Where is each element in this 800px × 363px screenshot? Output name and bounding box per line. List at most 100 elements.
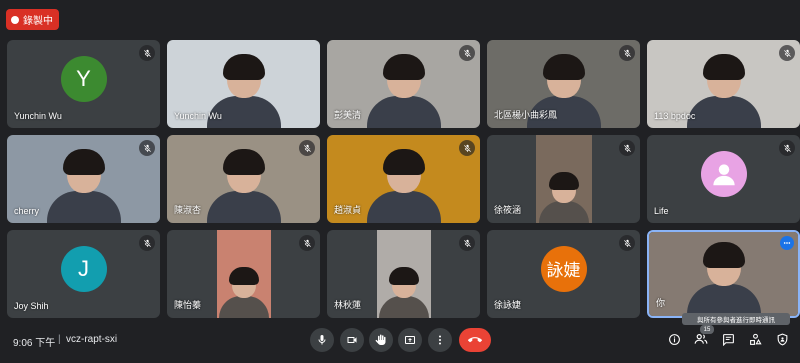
muted-indicator: [459, 235, 475, 251]
participant-name: 趙淑貞: [334, 205, 362, 215]
person-silhouette: [206, 149, 281, 223]
bottom-toolbar: 9:06 下午 | vcz-rapt-sxi: [0, 322, 800, 363]
participant-count-badge: 15: [700, 325, 714, 334]
avatar: 詠婕: [540, 245, 587, 292]
person-silhouette: [686, 242, 761, 316]
participant-tile[interactable]: 徐筱涵: [487, 135, 640, 223]
mic-off-icon: [143, 49, 151, 57]
mic-off-icon: [623, 144, 631, 152]
tile-options-button[interactable]: [780, 236, 794, 250]
mic-off-icon: [623, 49, 631, 57]
present-screen-button[interactable]: [398, 328, 422, 352]
info-icon: [668, 333, 680, 345]
muted-indicator: [299, 235, 315, 251]
participant-tile[interactable]: 113 bpdoc: [647, 40, 800, 128]
participant-tile[interactable]: J Joy Shih: [7, 230, 160, 318]
participant-name: Yunchin Wu: [174, 111, 222, 121]
mic-off-icon: [143, 144, 151, 152]
participant-name: Joy Shih: [14, 301, 49, 311]
participant-name: 徐筱涵: [494, 205, 522, 215]
participant-name: Life: [654, 206, 669, 216]
more-vert-icon: [439, 335, 441, 345]
person-silhouette: [686, 54, 761, 128]
microphone-icon: [318, 335, 326, 345]
clock-time: 9:06 下午: [13, 338, 56, 349]
participant-tile[interactable]: Y Yunchin Wu: [7, 40, 160, 128]
activities-button[interactable]: [746, 330, 764, 348]
participant-name: cherry: [14, 206, 40, 216]
shapes-icon: [749, 333, 762, 345]
participant-name: 彭美清: [334, 110, 362, 120]
muted-indicator: [619, 45, 635, 61]
muted-indicator: [459, 140, 475, 156]
chat-button[interactable]: [719, 330, 737, 348]
leave-call-button[interactable]: [459, 328, 491, 352]
participant-name: 徐詠婕: [494, 300, 522, 310]
participant-name: 北區楊小曲彩鳳: [494, 110, 558, 120]
participant-tile[interactable]: 陳怡蓁: [167, 230, 320, 318]
muted-indicator: [139, 45, 155, 61]
meeting-info-button[interactable]: [665, 330, 683, 348]
participant-tile[interactable]: cherry: [7, 135, 160, 223]
video-feed: [376, 230, 431, 318]
recording-badge: 錄製中: [6, 9, 59, 30]
camera-button[interactable]: [340, 328, 364, 352]
video-feed: [649, 232, 798, 316]
present-icon: [405, 336, 415, 344]
mic-off-icon: [463, 144, 471, 152]
end-call-icon: [468, 337, 482, 343]
muted-indicator: [299, 140, 315, 156]
participant-tile[interactable]: 北區楊小曲彩鳳: [487, 40, 640, 128]
chat-tooltip: 與所有參與者進行即時通訊: [682, 313, 790, 325]
muted-indicator: [619, 235, 635, 251]
avatar: J: [60, 245, 107, 292]
mic-off-icon: [463, 49, 471, 57]
person-silhouette: [378, 267, 429, 318]
participant-tile[interactable]: Yunchin Wu: [167, 40, 320, 128]
mic-off-icon: [463, 239, 471, 247]
participant-tile[interactable]: Life: [647, 135, 800, 223]
hand-icon: [375, 334, 386, 345]
participant-name: Yunchin Wu: [14, 111, 62, 121]
person-silhouette: [218, 267, 269, 318]
person-silhouette: [46, 149, 121, 223]
muted-indicator: [779, 140, 795, 156]
participant-tile[interactable]: 陳淑杏: [167, 135, 320, 223]
mic-off-icon: [303, 144, 311, 152]
participant-tile[interactable]: 你: [647, 230, 800, 318]
participant-name: 陳淑杏: [174, 205, 202, 215]
person-silhouette: [538, 172, 589, 223]
mic-off-icon: [303, 239, 311, 247]
participant-tile[interactable]: 趙淑貞: [327, 135, 480, 223]
toolbar-separator: |: [58, 334, 61, 345]
participant-tile[interactable]: 林秋蓮: [327, 230, 480, 318]
participant-name: 陳怡蓁: [174, 300, 202, 310]
record-icon: [11, 15, 19, 24]
participant-name: 林秋蓮: [334, 300, 362, 310]
person-silhouette: [366, 54, 441, 128]
muted-indicator: [459, 45, 475, 61]
raise-hand-button[interactable]: [369, 328, 393, 352]
default-avatar-icon: [700, 150, 747, 197]
shield-icon: [777, 333, 787, 345]
mic-off-icon: [783, 49, 791, 57]
participant-tile[interactable]: 詠婕徐詠婕: [487, 230, 640, 318]
participant-tile[interactable]: 彭美清: [327, 40, 480, 128]
more-horiz-icon: [783, 242, 791, 244]
video-camera-icon: [347, 337, 357, 343]
more-options-button[interactable]: [428, 328, 452, 352]
muted-indicator: [779, 45, 795, 61]
microphone-button[interactable]: [310, 328, 334, 352]
muted-indicator: [619, 140, 635, 156]
meeting-code[interactable]: vcz-rapt-sxi: [66, 334, 117, 345]
muted-indicator: [139, 140, 155, 156]
mic-off-icon: [783, 144, 791, 152]
participant-name: 113 bpdoc: [654, 111, 696, 121]
person-silhouette: [366, 149, 441, 223]
host-controls-button[interactable]: [773, 330, 791, 348]
participant-name: 你: [656, 298, 666, 308]
mic-off-icon: [143, 239, 151, 247]
people-icon: [694, 334, 708, 344]
participant-grid: Y Yunchin Wu Yunchin Wu 彭美清 北區楊小曲彩鳳 113 bpdoc…: [7, 40, 800, 318]
video-feed: [535, 135, 592, 223]
